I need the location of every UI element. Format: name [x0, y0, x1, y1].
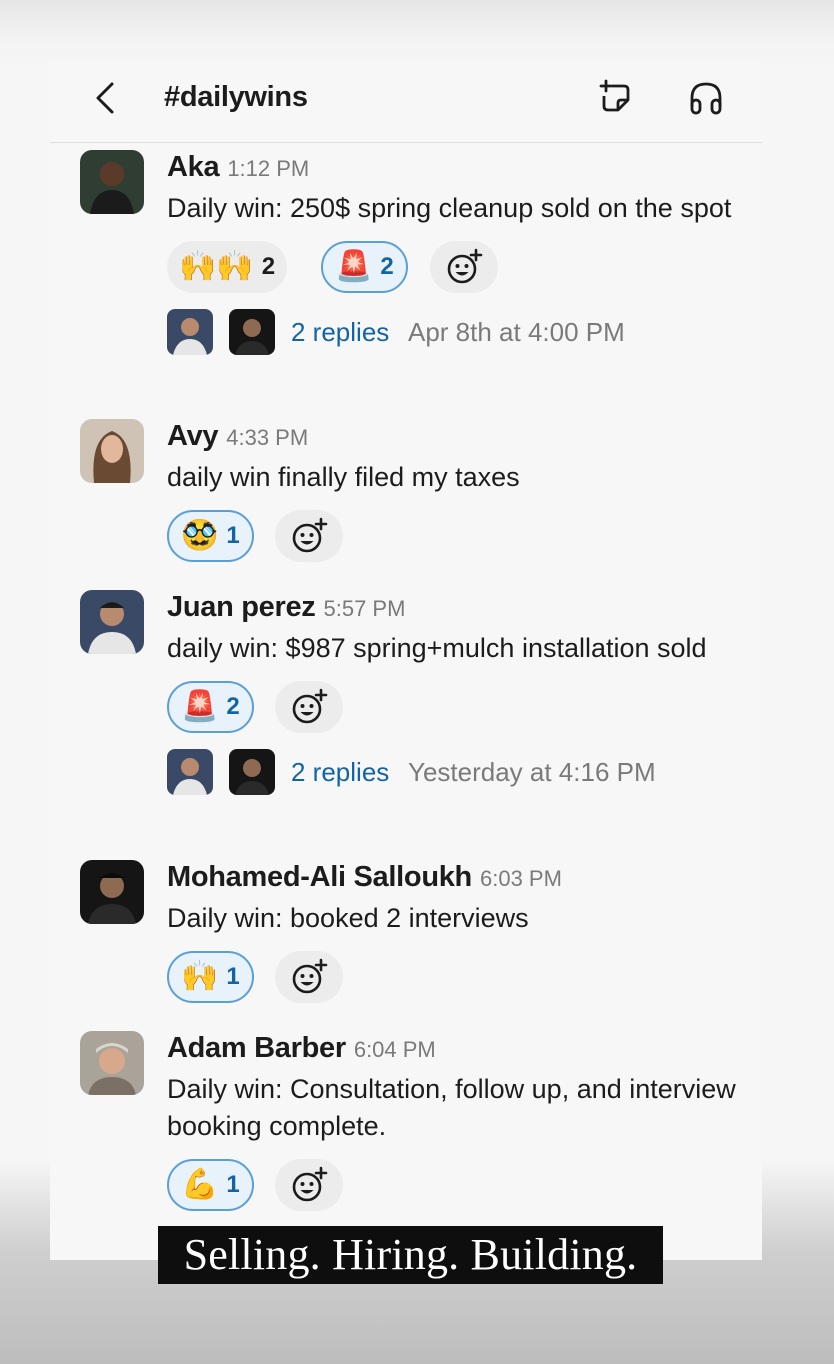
back-button[interactable] [86, 78, 126, 118]
back-chevron-icon [96, 82, 114, 114]
message-time: 4:33 PM [226, 425, 309, 450]
avatar[interactable] [80, 419, 144, 483]
add-reaction-button[interactable] [275, 681, 343, 733]
reactions-bar: 💪 1 [167, 1159, 767, 1215]
reaction-count: 2 [380, 253, 394, 280]
avatar [229, 749, 275, 795]
sender-name[interactable]: Mohamed-Ali Salloukh [167, 861, 472, 893]
reaction-flexed-biceps[interactable]: 💪 1 [167, 1159, 254, 1211]
raised-hands-icon: 🙌🙌 [179, 249, 254, 284]
add-reaction-button[interactable] [275, 1159, 343, 1211]
avatar [229, 309, 275, 355]
message-time: 5:57 PM [323, 596, 406, 621]
add-reaction-button[interactable] [430, 241, 498, 293]
replies-link[interactable]: 2 replies [291, 757, 389, 788]
message-text: Daily win: Consultation, follow up, and … [167, 1074, 736, 1141]
message-time: 1:12 PM [227, 156, 310, 181]
avatar [167, 749, 213, 795]
add-reaction-icon [292, 1166, 328, 1202]
add-reaction-icon [447, 248, 483, 284]
avatar[interactable] [80, 1031, 144, 1095]
message-text: Daily win: 250$ spring cleanup sold on t… [167, 193, 732, 223]
reactions-bar: 🚨 2 [167, 681, 767, 737]
sender-name[interactable]: Adam Barber [167, 1032, 346, 1064]
sender-name[interactable]: Aka [167, 151, 220, 183]
reaction-siren[interactable]: 🚨 2 [167, 681, 254, 733]
avatar[interactable] [80, 150, 144, 214]
reaction-raised-hands[interactable]: 🙌 1 [167, 951, 254, 1003]
add-reaction-icon [292, 958, 328, 994]
reactions-bar: 🙌 1 [167, 951, 767, 1007]
avatar[interactable] [80, 590, 144, 654]
reaction-count: 1 [226, 963, 240, 990]
reactions-bar: 🙌🙌 2 🚨 2 [167, 241, 767, 297]
message-text: Daily win: booked 2 interviews [167, 903, 529, 933]
add-reaction-button[interactable] [275, 951, 343, 1003]
reaction-raised-hands[interactable]: 🙌🙌 2 [167, 241, 288, 293]
message-time: 6:04 PM [353, 1037, 436, 1062]
canvas-add-icon [599, 79, 630, 112]
sender-name[interactable]: Avy [167, 420, 219, 452]
reaction-siren[interactable]: 🚨 2 [321, 241, 408, 293]
message-time: 6:03 PM [479, 866, 562, 891]
sender-name[interactable]: Juan perez [167, 591, 316, 623]
thread-last-reply: Apr 8th at 4:00 PM [408, 317, 625, 347]
avatar [167, 309, 213, 355]
reaction-disguised-face[interactable]: 🥸 1 [167, 510, 254, 562]
avatar[interactable] [80, 860, 144, 924]
siren-icon: 🚨 [181, 689, 219, 724]
reaction-count: 1 [226, 522, 240, 549]
message-text: daily win finally filed my taxes [167, 462, 520, 492]
add-reaction-button[interactable] [275, 510, 343, 562]
channel-title[interactable]: #dailywins [164, 81, 308, 114]
flexed-biceps-icon: 💪 [181, 1167, 219, 1202]
headphones-icon [690, 82, 722, 115]
thread-last-reply: Yesterday at 4:16 PM [408, 757, 656, 787]
thread-summary[interactable]: 2 replies Yesterday at 4:16 PM [167, 749, 767, 797]
huddle-button[interactable] [684, 76, 728, 120]
channel-header: #dailywins [50, 60, 762, 143]
message-text: daily win: $987 spring+mulch installatio… [167, 633, 707, 663]
reaction-count: 2 [226, 693, 240, 720]
add-reaction-icon [292, 688, 328, 724]
reaction-count: 2 [261, 253, 276, 280]
disguised-face-icon: 🥸 [181, 518, 219, 553]
replies-link[interactable]: 2 replies [291, 317, 389, 348]
siren-icon: 🚨 [335, 249, 373, 284]
reactions-bar: 🥸 1 [167, 510, 767, 566]
thread-summary[interactable]: 2 replies Apr 8th at 4:00 PM [167, 309, 767, 357]
reaction-count: 1 [226, 1171, 240, 1198]
canvas-button[interactable] [594, 76, 638, 120]
raised-hands-icon: 🙌 [181, 959, 219, 994]
caption-overlay: Selling. Hiring. Building. [158, 1226, 663, 1284]
add-reaction-icon [292, 517, 328, 553]
